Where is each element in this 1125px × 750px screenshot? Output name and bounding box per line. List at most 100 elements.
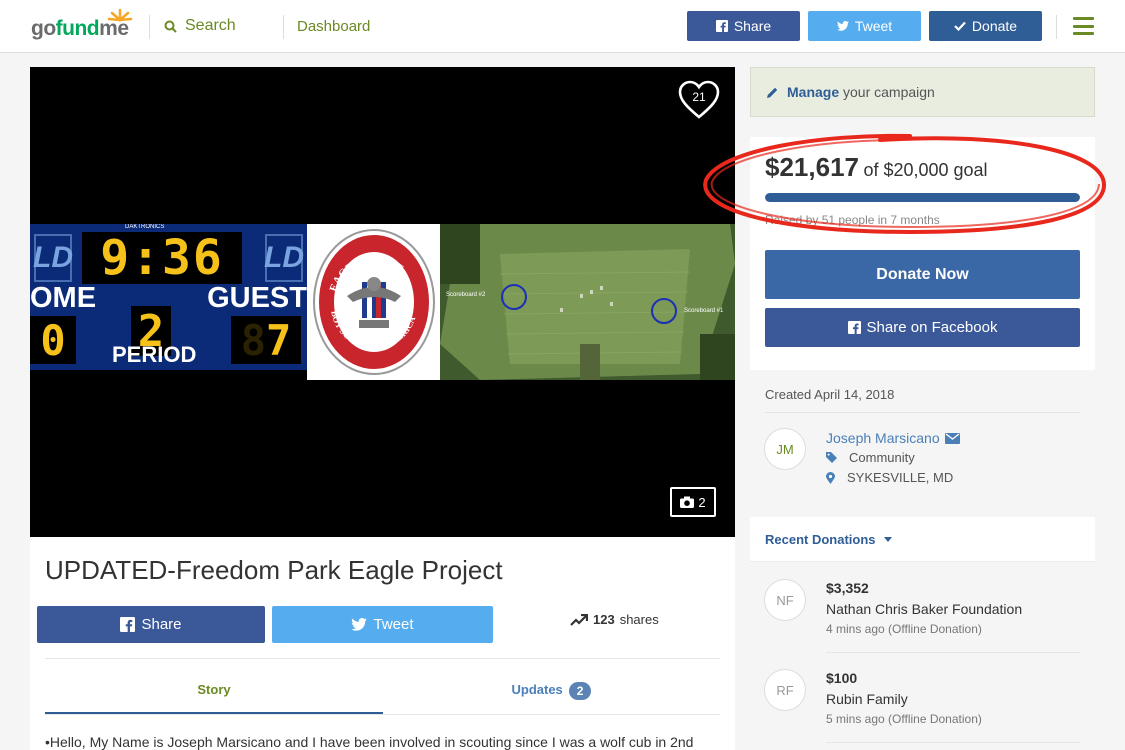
tab-updates-label: Updates (511, 682, 563, 697)
scoreboard-home-score: 0 (30, 316, 76, 365)
aerial-park-image: Scoreboard #2 Scoreboard #1 (440, 224, 735, 380)
shares-word: shares (619, 612, 659, 627)
scoreboard-location-marker (651, 298, 677, 324)
campaign-details: UPDATED-Freedom Park Eagle Project Share… (30, 537, 735, 750)
raised-amount: $21,617 (765, 152, 859, 182)
envelope-icon[interactable] (944, 432, 960, 444)
raised-by-text: Raised by 51 people in 7 months (765, 213, 940, 227)
header-donate-label: Donate (971, 18, 1018, 34)
donor-name: Nathan Chris Baker Foundation (826, 601, 1023, 617)
chevron-down-icon (883, 536, 892, 542)
organizer-name-link[interactable]: Joseph Marsicano (826, 430, 960, 446)
location-label: SYKESVILLE, MD (847, 470, 954, 485)
funding-panel: $21,617 of $20,000 goal Raised by 51 peo… (750, 137, 1095, 370)
eagle-scout-emblem: EAGLE SCOUT BOY SCOUTS OF AMERICA (307, 224, 440, 380)
organizer-location: SYKESVILLE, MD (826, 470, 953, 485)
campaign-media[interactable]: DAKTRONICS LD 9:36 LD OME GUEST 2 PERIOD… (30, 67, 735, 537)
header-divider (149, 15, 150, 39)
tweet-button-label: Tweet (373, 616, 414, 633)
section-divider (45, 714, 720, 715)
facebook-icon (847, 321, 861, 334)
section-divider (765, 412, 1080, 413)
hamburger-menu-icon[interactable] (1073, 17, 1094, 35)
story-text: •Hello, My Name is Joseph Marsicano and … (45, 734, 694, 750)
heart-icon[interactable]: 21 (677, 79, 721, 121)
category-label[interactable]: Community (849, 450, 915, 465)
camera-icon (680, 496, 695, 508)
header-divider (283, 15, 284, 39)
scoreboard-home: OME (30, 282, 97, 314)
manage-campaign-link[interactable]: Manage your campaign (750, 67, 1095, 117)
manage-rest: your campaign (843, 84, 935, 100)
header-share-button[interactable]: Share (687, 11, 800, 41)
header-tweet-button[interactable]: Tweet (808, 11, 921, 41)
scoreboard-guest-score: 87 (231, 316, 301, 365)
facebook-icon (715, 20, 728, 32)
scoreboard-logo-left: LD (33, 234, 73, 282)
shares-count: 123 shares (570, 612, 659, 627)
top-nav: gofundme Search Dashboard Share Tweet Do… (0, 0, 1125, 53)
facebook-icon (120, 617, 136, 632)
photo-count-label: 2 (698, 494, 706, 510)
donor-avatar: NF (764, 579, 806, 621)
tab-updates[interactable]: Updates 2 (383, 671, 720, 715)
share-on-facebook-button[interactable]: Share on Facebook (765, 308, 1080, 347)
scoreboard-location-marker (501, 284, 527, 310)
page-title: UPDATED-Freedom Park Eagle Project (45, 555, 503, 585)
aerial-label-right: Scoreboard #1 (684, 308, 724, 314)
header-tweet-label: Tweet (854, 18, 893, 34)
aerial-label-left: Scoreboard #2 (446, 292, 486, 298)
heart-count: 21 (692, 90, 706, 104)
photo-count-button[interactable]: 2 (670, 487, 716, 517)
scoreboard-period-label: PERIOD (112, 342, 197, 367)
twitter-icon (351, 618, 368, 631)
header-divider (1056, 15, 1057, 39)
raised-goal: of $20,000 goal (863, 160, 988, 180)
campaign-image: DAKTRONICS LD 9:36 LD OME GUEST 2 PERIOD… (30, 224, 735, 380)
donation-time: 5 mins ago (Offline Donation) (826, 712, 982, 726)
updates-count-badge: 2 (568, 681, 592, 700)
donor-name: Rubin Family (826, 691, 908, 707)
donate-now-button[interactable]: Donate Now (765, 250, 1080, 299)
recent-donations-dropdown[interactable]: Recent Donations (750, 517, 1095, 562)
twitter-icon (836, 21, 849, 31)
tweet-button[interactable]: Tweet (272, 606, 493, 643)
search-label: Search (185, 17, 236, 34)
gofundme-logo[interactable]: gofundme (31, 8, 141, 40)
organizer-avatar: JM (764, 428, 806, 470)
share-button[interactable]: Share (37, 606, 265, 643)
amount-raised: $21,617 of $20,000 goal (765, 152, 988, 183)
share-button-label: Share (141, 616, 182, 633)
dashboard-link[interactable]: Dashboard (297, 18, 370, 35)
donation-amount: $100 (826, 670, 858, 686)
map-pin-icon (826, 471, 835, 484)
header-share-label: Share (733, 18, 772, 34)
created-date: Created April 14, 2018 (765, 387, 895, 402)
scoreboard-image: DAKTRONICS LD 9:36 LD OME GUEST 2 PERIOD… (30, 224, 307, 370)
recent-donations-label: Recent Donations (765, 531, 876, 547)
sun-icon (107, 8, 133, 22)
organizer-category: Community (826, 450, 915, 465)
scoreboard-logo-right: LD (264, 234, 304, 282)
trending-up-icon (570, 613, 588, 626)
check-icon (954, 21, 966, 31)
manage-bold: Manage (787, 84, 840, 100)
search-link[interactable]: Search (164, 17, 236, 35)
scoreboard-guest: GUEST (207, 282, 307, 314)
share-on-facebook-label: Share on Facebook (866, 319, 998, 336)
pencil-icon (767, 87, 778, 98)
donation-divider (826, 742, 1080, 743)
donation-divider (826, 652, 1080, 653)
donation-amount: $3,352 (826, 580, 869, 596)
scoreboard-clock: 9:36 (82, 230, 242, 286)
donation-time: 4 mins ago (Offline Donation) (826, 622, 982, 636)
tag-icon (826, 452, 837, 463)
header-donate-button[interactable]: Donate (929, 11, 1042, 41)
donor-avatar: RF (764, 669, 806, 711)
search-icon (164, 20, 177, 33)
tab-story[interactable]: Story (45, 671, 383, 715)
organizer-name: Joseph Marsicano (826, 430, 940, 446)
shares-number: 123 (593, 612, 615, 627)
progress-bar (765, 193, 1080, 202)
section-divider (45, 658, 720, 659)
